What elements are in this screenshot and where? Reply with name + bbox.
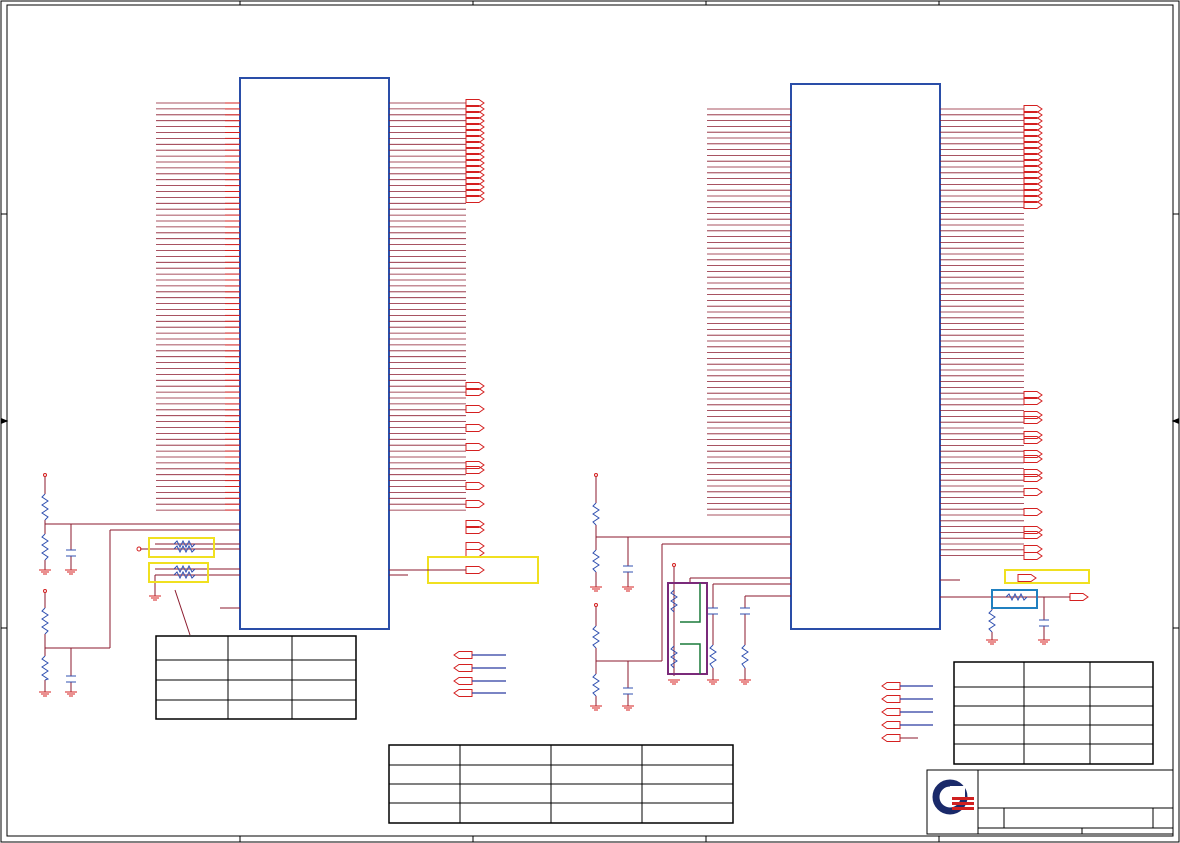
resistor-icon: [41, 607, 49, 635]
offpage-connector-icon: [1023, 531, 1043, 539]
offpage-connector-icon: [1017, 574, 1037, 582]
offpage-connector-icon: [1023, 431, 1043, 439]
offpage-connector-icon: [465, 482, 485, 490]
offpage-connector-icon: [1023, 474, 1043, 482]
resistor-icon: [741, 644, 749, 669]
left-resistors: [41, 493, 196, 683]
right-pin-markers: [594, 473, 676, 607]
border-arrow-right-icon: [1171, 418, 1179, 424]
right-ic-right-pins: [940, 105, 1089, 601]
offpage-connector-icon: [465, 405, 485, 413]
offpage-connector-icon: [465, 549, 485, 557]
highlight-box-blue: [991, 589, 1038, 609]
offpage-connector-icon: [1069, 593, 1089, 601]
offpage-connector-icon: [465, 424, 485, 432]
left-ic-right-pins: [389, 99, 485, 574]
offpage-connector-icon: [465, 566, 485, 574]
offpage-connector-icon: [1023, 552, 1043, 560]
offpage-connector-icon: [453, 689, 473, 697]
right-grounds: [590, 586, 1050, 711]
left-grounds: [39, 569, 161, 697]
resistor-icon: [592, 673, 600, 697]
highlight-green-traces: [680, 583, 701, 674]
right-resistors: [592, 502, 1049, 697]
inner-border: [6, 4, 1174, 837]
offpage-connector-icon: [453, 677, 473, 685]
right-net-connectors: [881, 682, 933, 742]
left-table: [155, 635, 357, 720]
right-ic: [790, 83, 941, 630]
offpage-connector-icon: [881, 721, 901, 729]
offpage-connector-icon: [881, 682, 901, 690]
offpage-connector-icon: [1023, 416, 1043, 424]
resistor-icon: [592, 549, 600, 573]
highlight-box: [148, 562, 209, 583]
offpage-connector-icon: [465, 443, 485, 451]
resistor-icon: [41, 493, 49, 521]
offpage-connector-icon: [881, 695, 901, 703]
resistor-icon: [592, 502, 600, 526]
offpage-connector-icon: [1023, 526, 1043, 534]
offpage-connector-icon: [465, 466, 485, 474]
border-arrow-left-icon: [1, 418, 9, 424]
resistor-icon: [592, 625, 600, 649]
offpage-connector-icon: [453, 664, 473, 672]
offpage-connector-icon: [1023, 455, 1043, 463]
offpage-connector-icon: [881, 734, 901, 742]
right-ic-left-pins: [707, 108, 791, 516]
offpage-connector-icon: [1023, 411, 1043, 419]
offpage-connector-icon: [465, 461, 485, 469]
offpage-connector-icon: [1023, 469, 1043, 477]
company-logo-icon: [932, 779, 974, 815]
left-pin-markers: [43, 473, 142, 593]
offpage-connector-icon: [1023, 488, 1043, 496]
highlight-box: [148, 537, 215, 558]
left-ic: [239, 77, 390, 630]
schematic-sheet: [0, 0, 1180, 843]
resistor-icon: [988, 609, 996, 633]
offpage-connector-icon: [1023, 436, 1043, 444]
offpage-connector-icon: [465, 500, 485, 508]
offpage-connector-icon: [1023, 545, 1043, 553]
resistor-icon: [41, 533, 49, 561]
offpage-connector-icon: [881, 708, 901, 716]
offpage-connector-icon: [465, 542, 485, 550]
right-table: [953, 661, 1154, 765]
offpage-connector-icon: [1023, 508, 1043, 516]
left-ic-left-pins: [156, 102, 240, 511]
tables: [155, 635, 1154, 824]
offpage-connector-icon: [1023, 450, 1043, 458]
resistor-icon: [41, 655, 50, 681]
offpage-connector-icon: [453, 651, 473, 659]
center-net-connectors: [453, 651, 506, 697]
resistor-icon: [709, 644, 717, 669]
